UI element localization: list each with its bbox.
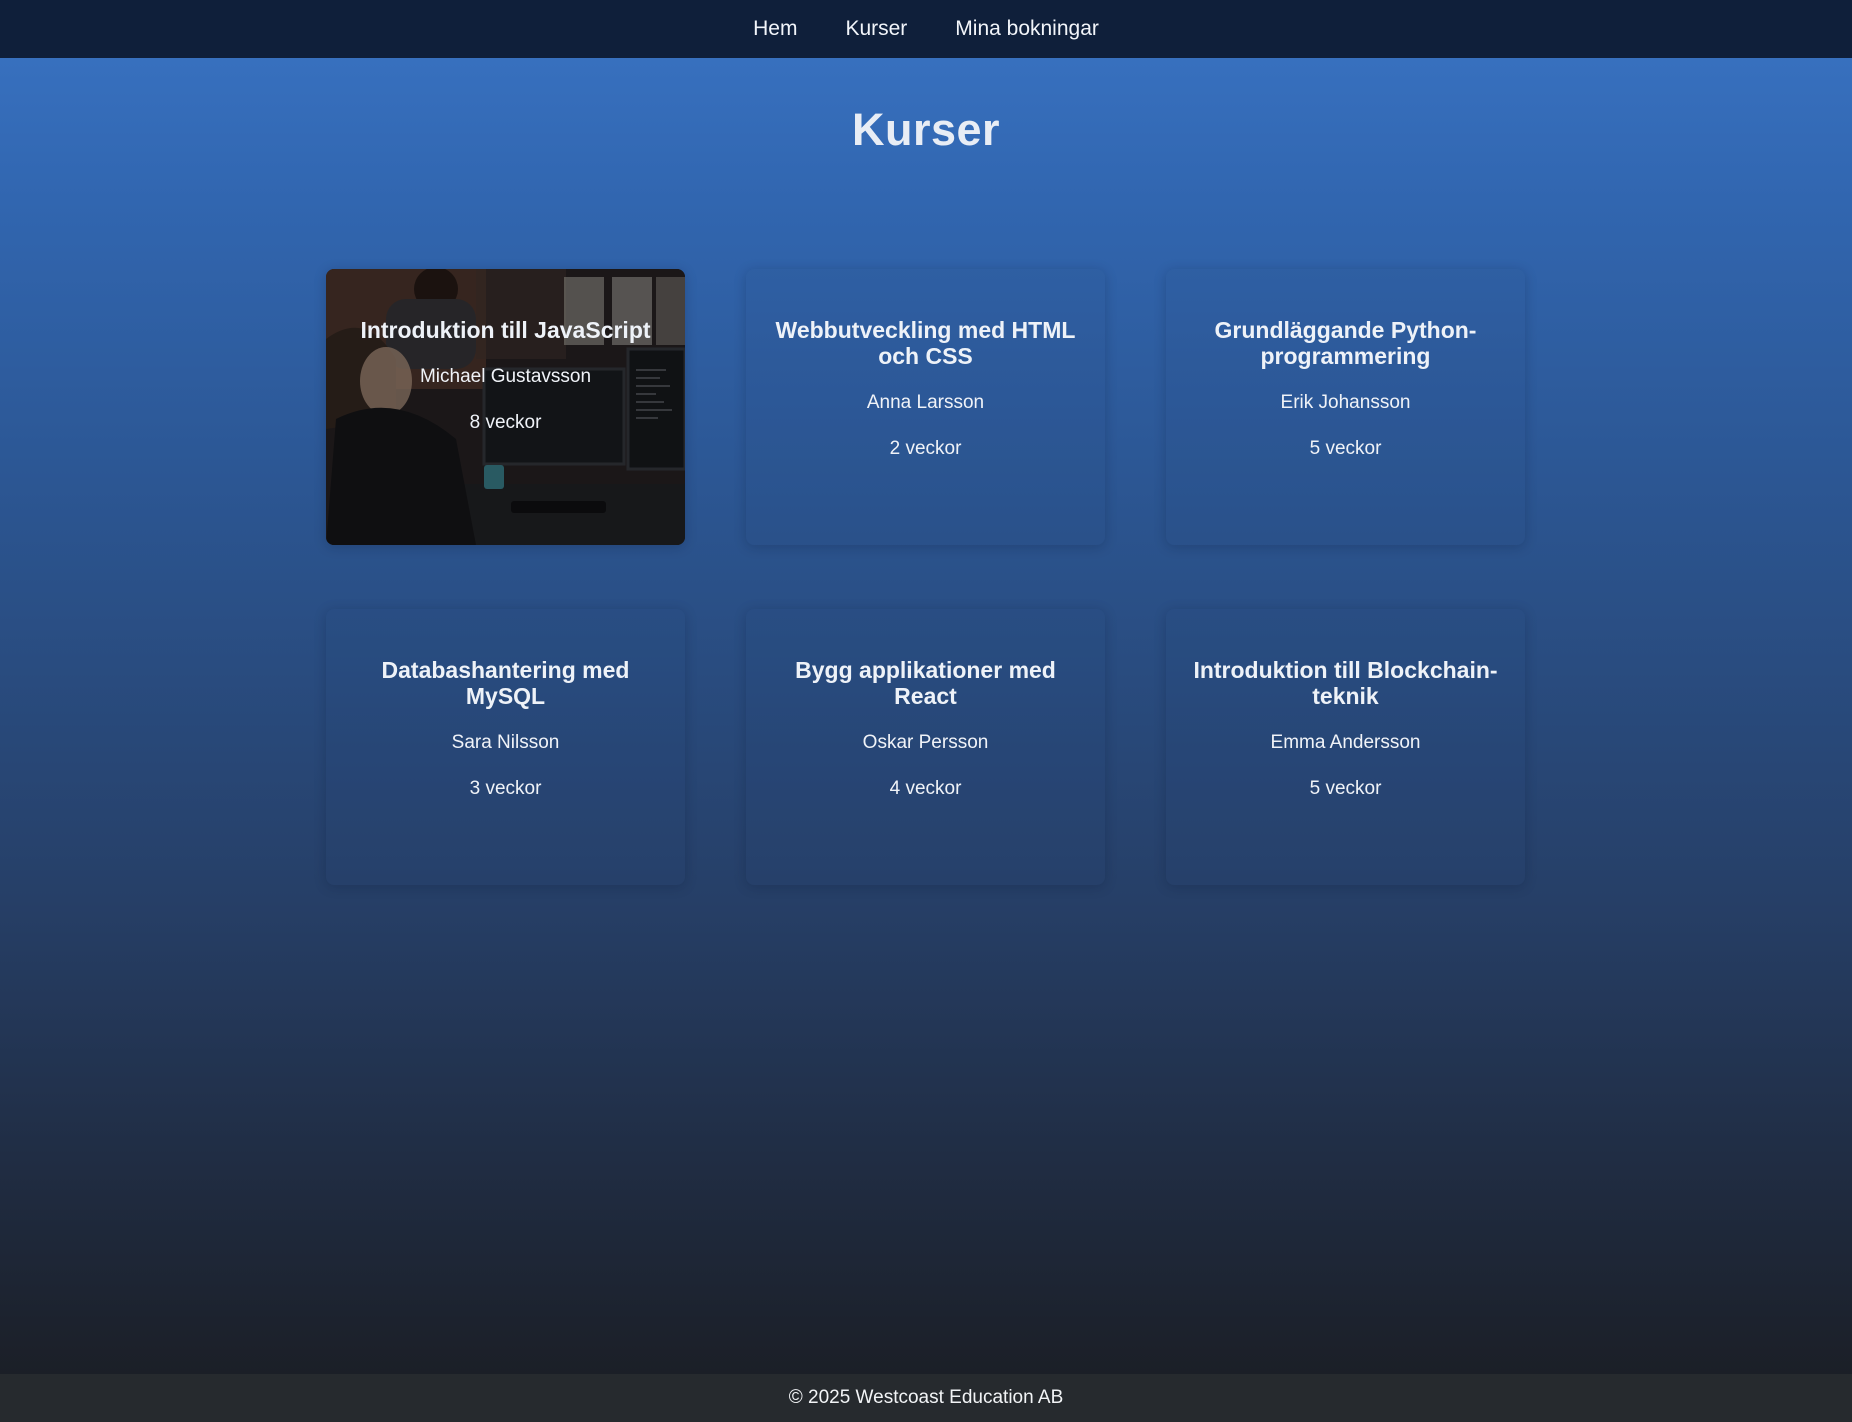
course-card-html-css[interactable]: Webbutveckling med HTML och CSS Anna Lar… — [746, 269, 1105, 545]
page-footer: © 2025 Westcoast Education AB — [0, 1374, 1852, 1422]
footer-copyright: © 2025 Westcoast Education AB — [788, 1387, 1064, 1408]
course-card-react[interactable]: Bygg applikationer med React Oskar Perss… — [746, 609, 1105, 885]
course-card-blockchain[interactable]: Introduktion till Blockchain-teknik Emma… — [1166, 609, 1525, 885]
course-teacher: Oskar Persson — [862, 732, 989, 753]
course-card-content: Bygg applikationer med React Oskar Perss… — [770, 657, 1081, 800]
course-teacher: Anna Larsson — [866, 392, 985, 413]
nav-link-mina-bokningar[interactable]: Mina bokningar — [955, 18, 1099, 39]
course-teacher: Erik Johansson — [1280, 392, 1411, 413]
course-teacher: Emma Andersson — [1270, 732, 1421, 753]
course-title: Grundläggande Python-programmering — [1214, 317, 1477, 369]
course-duration: 2 veckor — [889, 438, 962, 459]
course-title: Introduktion till Blockchain-teknik — [1193, 657, 1498, 709]
course-duration: 5 veckor — [1309, 778, 1382, 799]
course-duration: 8 veckor — [469, 412, 542, 433]
course-title: Bygg applikationer med React — [795, 657, 1056, 709]
course-duration: 4 veckor — [889, 778, 962, 799]
course-card-content: Databashantering med MySQL Sara Nilsson … — [350, 657, 661, 800]
course-card-javascript[interactable]: Introduktion till JavaScript Michael Gus… — [326, 269, 685, 545]
course-duration: 5 veckor — [1309, 438, 1382, 459]
course-duration: 3 veckor — [469, 778, 542, 799]
course-title: Webbutveckling med HTML och CSS — [775, 317, 1076, 369]
course-card-content: Introduktion till Blockchain-teknik Emma… — [1190, 657, 1501, 800]
course-title: Introduktion till JavaScript — [360, 317, 651, 343]
course-card-python[interactable]: Grundläggande Python-programmering Erik … — [1166, 269, 1525, 545]
course-card-content: Webbutveckling med HTML och CSS Anna Lar… — [770, 317, 1081, 460]
nav-link-hem[interactable]: Hem — [753, 18, 797, 39]
course-card-content: Grundläggande Python-programmering Erik … — [1190, 317, 1501, 460]
course-title: Databashantering med MySQL — [381, 657, 630, 709]
nav-link-kurser[interactable]: Kurser — [845, 18, 907, 39]
top-navbar: Hem Kurser Mina bokningar — [0, 0, 1852, 58]
page-title: Kurser — [851, 104, 1001, 155]
course-teacher: Michael Gustavsson — [419, 366, 592, 387]
course-card-mysql[interactable]: Databashantering med MySQL Sara Nilsson … — [326, 609, 685, 885]
course-teacher: Sara Nilsson — [451, 732, 560, 753]
course-card-content: Introduktion till JavaScript Michael Gus… — [350, 317, 661, 434]
course-grid: Introduktion till JavaScript Michael Gus… — [326, 269, 1526, 885]
